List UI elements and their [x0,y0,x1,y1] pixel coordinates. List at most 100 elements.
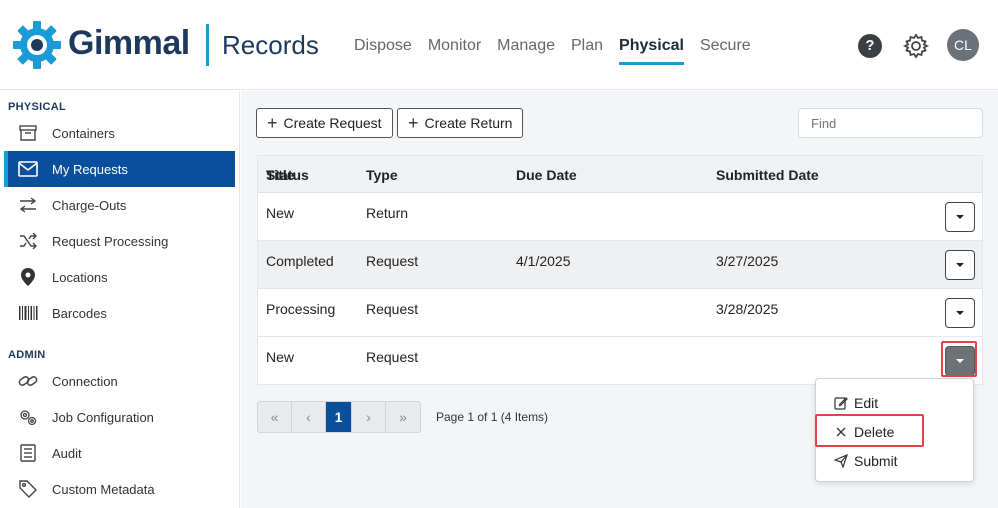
caret-down-icon [956,263,964,267]
menu-item-delete[interactable]: Delete [816,418,973,446]
main-content: + Create Request + Create Return Status … [241,91,998,508]
first-page-button[interactable]: « [258,402,292,432]
edit-icon [834,396,848,410]
cell-status: New [266,349,295,365]
cell-status: New [266,205,295,221]
sidebar-item-charge-outs[interactable]: Charge-Outs [4,187,235,223]
sidebar: PHYSICAL Containers My Requests Charge-O… [0,91,240,508]
create-request-button[interactable]: + Create Request [256,108,393,138]
sidebar-item-label: Request Processing [52,233,169,249]
sidebar-item-label: Audit [52,445,82,461]
menu-item-submit[interactable]: Submit [816,447,973,475]
cell-type: Request [366,301,419,317]
column-header-due-date[interactable]: Due Date [516,167,577,183]
nav-plan[interactable]: Plan [571,37,603,65]
table-row[interactable]: Completed Request 4/1/2025 3/27/2025 [258,241,982,289]
nav-secure[interactable]: Secure [700,37,751,65]
section-label-physical: PHYSICAL [8,101,67,113]
user-avatar[interactable]: CL [947,29,979,61]
sidebar-item-label: Containers [52,125,115,141]
sidebar-item-label: Barcodes [52,305,107,321]
section-label-admin: ADMIN [8,349,46,361]
sidebar-item-connection[interactable]: Connection [4,363,235,399]
sidebar-item-label: Charge-Outs [52,197,127,213]
brand-divider [206,24,209,66]
sidebar-item-label: Locations [52,269,108,285]
caret-down-icon [956,215,964,219]
barcode-icon [18,303,38,323]
page-1-button[interactable]: 1 [326,402,352,432]
link-icon [18,371,38,391]
sidebar-item-my-requests[interactable]: My Requests [4,151,235,187]
row-actions-button[interactable] [945,250,975,280]
archive-icon [18,123,38,143]
cell-type: Return [366,205,409,221]
menu-item-edit[interactable]: Edit [816,389,973,417]
settings-gear-icon[interactable] [903,33,929,59]
column-header-type[interactable]: Type [366,167,398,183]
column-header-submitted-date[interactable]: Submitted Date [716,167,819,183]
next-page-button[interactable]: › [352,402,386,432]
shuffle-icon [18,231,38,251]
create-return-label: Create Return [424,115,513,131]
menu-item-label: Delete [854,424,895,440]
nav-manage[interactable]: Manage [497,37,555,65]
plus-icon: + [267,113,278,133]
row-actions-button-open[interactable] [945,346,975,376]
sidebar-item-custom-metadata[interactable]: Custom Metadata [4,471,235,507]
cell-submitted-date: 3/28/2025 [716,301,779,317]
gears-icon [18,407,38,427]
cell-type: Request [366,253,419,269]
caret-down-icon [956,311,964,315]
cell-status: Processing [266,301,336,317]
find-input[interactable] [798,108,983,138]
document-list-icon [18,443,38,463]
nav-monitor[interactable]: Monitor [428,37,481,65]
brand-name: Gimmal [68,24,190,62]
nav-physical[interactable]: Physical [619,37,684,65]
nav-dispose[interactable]: Dispose [354,37,412,65]
table-row[interactable]: Processing Request 3/28/2025 [258,289,982,337]
row-actions-menu: Edit Delete Submit [815,378,974,482]
create-return-button[interactable]: + Create Return [397,108,524,138]
close-icon [834,425,848,439]
sidebar-item-barcodes[interactable]: Barcodes [4,295,235,331]
sidebar-item-request-processing[interactable]: Request Processing [4,223,235,259]
last-page-button[interactable]: » [386,402,420,432]
sidebar-item-label: Connection [52,373,118,389]
create-request-label: Create Request [283,115,382,131]
send-icon [834,454,848,468]
sidebar-item-containers[interactable]: Containers [4,115,235,151]
cell-type: Request [366,349,419,365]
sidebar-item-label: Custom Metadata [52,481,155,497]
plus-icon: + [408,113,419,133]
app-header: Gimmal Records Dispose Monitor Manage Pl… [0,0,998,90]
sidebar-item-locations[interactable]: Locations [4,259,235,295]
sidebar-item-label: Job Configuration [52,409,154,425]
main-nav: Dispose Monitor Manage Plan Physical Sec… [354,37,767,65]
row-actions-button[interactable] [945,298,975,328]
help-icon[interactable]: ? [858,34,882,58]
column-header-title-overlap: Title [266,167,295,183]
caret-down-icon [956,359,964,363]
sidebar-item-label: My Requests [52,161,128,177]
requests-table: Status Title Type Due Date Submitted Dat… [257,155,983,385]
row-actions-button[interactable] [945,202,975,232]
table-header: Status Title Type Due Date Submitted Dat… [258,156,982,193]
prev-page-button[interactable]: ‹ [292,402,326,432]
pagination: « ‹ 1 › » [257,401,421,433]
menu-item-label: Submit [854,453,898,469]
table-row[interactable]: New Return [258,193,982,241]
tag-icon [18,479,38,499]
gear-logo-icon [13,21,61,69]
menu-item-label: Edit [854,395,879,411]
page-info: Page 1 of 1 (4 Items) [436,410,549,424]
mail-icon [18,159,38,179]
cell-due-date: 4/1/2025 [516,253,571,269]
app-name: Records [222,30,319,60]
map-pin-icon [18,267,38,287]
sidebar-item-audit[interactable]: Audit [4,435,235,471]
swap-arrows-icon [18,195,38,215]
cell-status: Completed [266,253,334,269]
sidebar-item-job-configuration[interactable]: Job Configuration [4,399,235,435]
